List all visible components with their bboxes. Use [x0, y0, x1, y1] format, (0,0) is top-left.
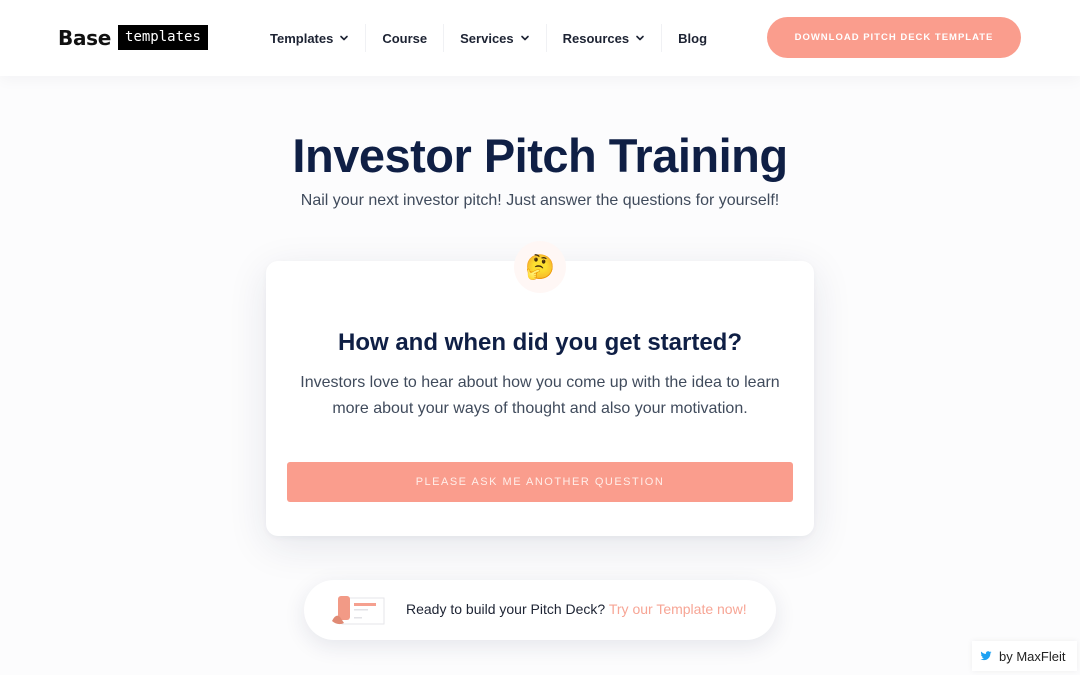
page-subtitle: Nail your next investor pitch! Just answ…: [300, 192, 780, 209]
chevron-down-icon: [635, 33, 645, 43]
nav-item-resources[interactable]: Resources: [547, 24, 663, 52]
download-template-button[interactable]: DOWNLOAD PITCH DECK TEMPLATE: [767, 17, 1021, 58]
question-description: Investors love to hear about how you com…: [300, 374, 780, 417]
nav-item-course[interactable]: Course: [366, 24, 445, 52]
nav-item-label: Course: [382, 30, 428, 46]
byline-text: by MaxFleit: [999, 648, 1066, 664]
logo-base-text: Base: [58, 25, 112, 50]
pitch-deck-thumbnail-icon: [328, 595, 386, 627]
twitter-icon: [980, 650, 992, 662]
author-byline[interactable]: by MaxFleit: [972, 641, 1077, 671]
try-template-link[interactable]: Try our Template now!: [609, 601, 747, 617]
question-title: How and when did you get started?: [337, 329, 742, 356]
promo-text: Ready to build your Pitch Deck? Try our …: [406, 601, 747, 617]
page-title: Investor Pitch Training: [292, 129, 788, 182]
chevron-down-icon: [339, 33, 349, 43]
nav-item-label: Blog: [678, 30, 708, 46]
nav-item-label: Services: [460, 30, 514, 46]
main-nav: Templates Course Services Resources Blog: [254, 24, 723, 52]
ask-another-question-button[interactable]: PLEASE ASK ME ANOTHER QUESTION: [287, 462, 793, 502]
logo-templates-badge: templates: [118, 25, 208, 50]
promo-question: Ready to build your Pitch Deck?: [406, 601, 609, 617]
thinking-face-icon: 🤔: [514, 241, 566, 293]
nav-item-templates[interactable]: Templates: [254, 24, 367, 52]
nav-item-services[interactable]: Services: [444, 24, 547, 52]
nav-item-label: Resources: [562, 30, 630, 46]
logo[interactable]: Base templates: [58, 25, 208, 50]
chevron-down-icon: [520, 33, 530, 43]
emoji-glyph: 🤔: [525, 253, 555, 281]
nav-item-blog[interactable]: Blog: [662, 24, 723, 52]
template-promo-banner[interactable]: Ready to build your Pitch Deck? Try our …: [304, 580, 776, 640]
site-header: Base templates Templates Course Services…: [0, 0, 1080, 76]
nav-item-label: Templates: [270, 30, 334, 46]
